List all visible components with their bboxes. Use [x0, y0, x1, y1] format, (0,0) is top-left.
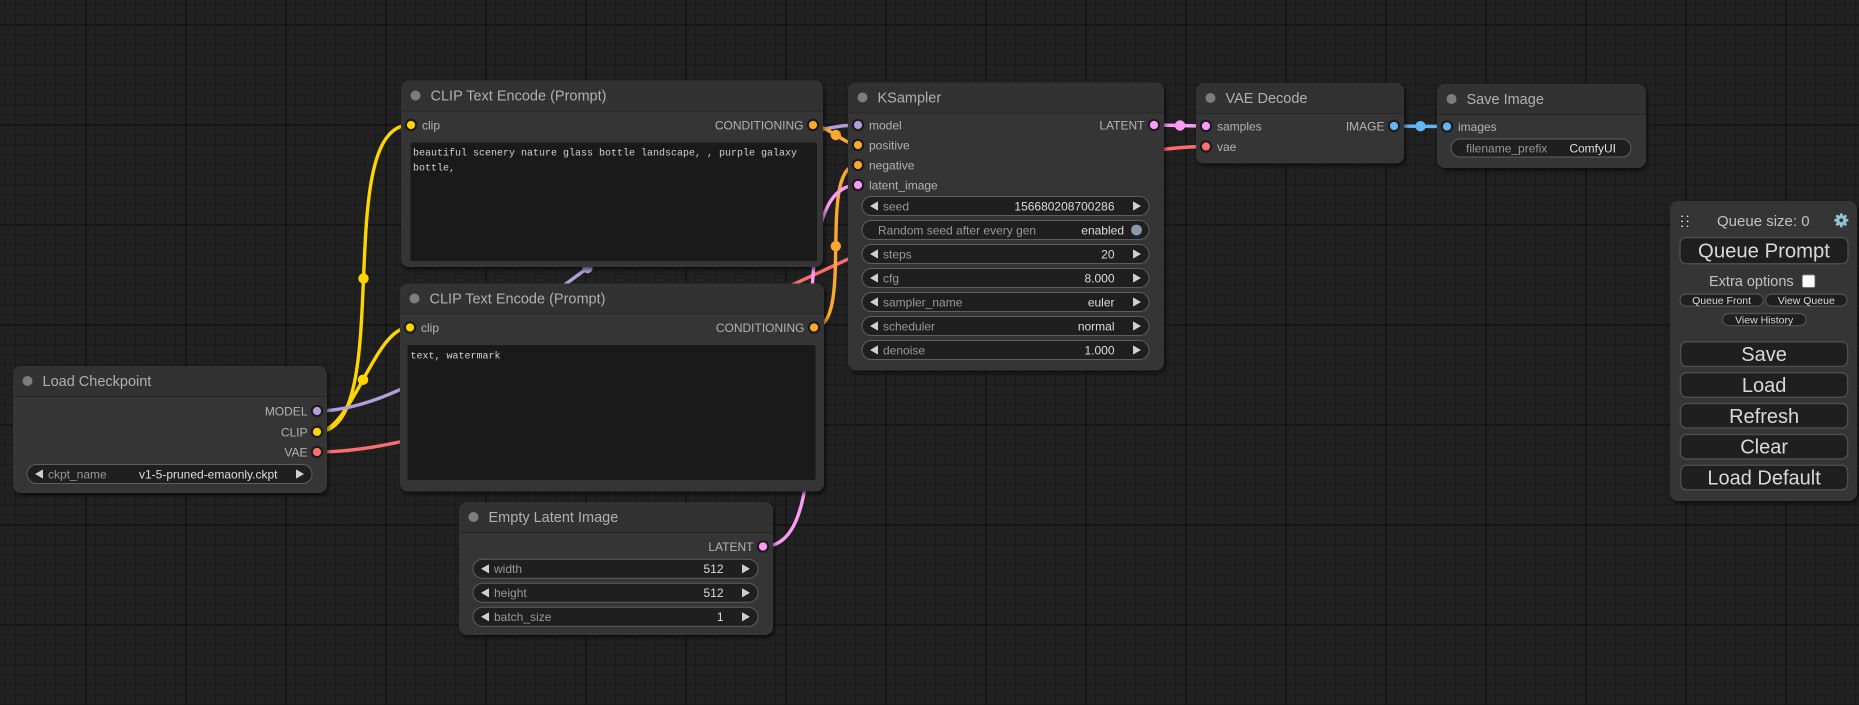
svg-text:normal: normal — [1078, 319, 1115, 333]
svg-text:model: model — [869, 119, 902, 133]
svg-text:CONDITIONING: CONDITIONING — [715, 119, 804, 133]
svg-text:20: 20 — [1101, 247, 1115, 261]
svg-text:clip: clip — [422, 119, 440, 133]
svg-text:v1-5-pruned-emaonly.ckpt: v1-5-pruned-emaonly.ckpt — [139, 467, 278, 481]
svg-text:positive: positive — [869, 139, 910, 153]
svg-text:sampler_name: sampler_name — [883, 295, 963, 309]
svg-text:height: height — [494, 586, 527, 600]
svg-text:bottle,: bottle, — [413, 163, 455, 175]
svg-text:Random seed after every gen: Random seed after every gen — [878, 223, 1036, 237]
svg-text:Clear: Clear — [1740, 437, 1788, 459]
svg-text:samples: samples — [1217, 120, 1262, 134]
svg-text:MODEL: MODEL — [265, 405, 308, 419]
svg-text:Queue Front: Queue Front — [1692, 295, 1751, 307]
svg-text:enabled: enabled — [1081, 223, 1124, 237]
svg-text:seed: seed — [883, 199, 909, 213]
svg-text:ComfyUI: ComfyUI — [1569, 141, 1616, 155]
svg-text:VAE: VAE — [284, 446, 307, 460]
svg-text:512: 512 — [703, 562, 723, 576]
svg-text:CONDITIONING: CONDITIONING — [716, 321, 805, 335]
svg-text:8.000: 8.000 — [1084, 271, 1114, 285]
svg-text:CLIP Text Encode (Prompt): CLIP Text Encode (Prompt) — [431, 89, 607, 105]
svg-text:Queue size: 0: Queue size: 0 — [1717, 213, 1810, 230]
svg-text:View History: View History — [1735, 314, 1794, 326]
svg-text:CLIP Text Encode (Prompt): CLIP Text Encode (Prompt) — [430, 292, 606, 308]
svg-text:512: 512 — [703, 586, 723, 600]
svg-text:vae: vae — [1217, 140, 1237, 154]
svg-text:LATENT: LATENT — [708, 540, 754, 554]
svg-text:VAE Decode: VAE Decode — [1226, 91, 1308, 107]
svg-text:Refresh: Refresh — [1729, 406, 1799, 428]
svg-text:1.000: 1.000 — [1084, 343, 1114, 357]
svg-text:beautiful scenery nature glass: beautiful scenery nature glass bottle la… — [413, 148, 797, 160]
svg-text:156680208700286: 156680208700286 — [1014, 199, 1114, 213]
svg-text:denoise: denoise — [883, 343, 925, 357]
svg-text:cfg: cfg — [883, 271, 899, 285]
svg-text:ckpt_name: ckpt_name — [48, 467, 107, 481]
svg-text:Queue Prompt: Queue Prompt — [1698, 241, 1830, 263]
svg-text:Load Default: Load Default — [1707, 468, 1821, 490]
svg-text:images: images — [1458, 120, 1497, 134]
svg-text:latent_image: latent_image — [869, 179, 938, 193]
svg-text:CLIP: CLIP — [281, 425, 308, 439]
svg-text:text, watermark: text, watermark — [411, 351, 501, 363]
svg-text:Extra options: Extra options — [1709, 274, 1794, 290]
svg-text:filename_prefix: filename_prefix — [1466, 141, 1547, 155]
svg-text:Load Checkpoint: Load Checkpoint — [43, 374, 152, 390]
svg-text:Load: Load — [1742, 375, 1787, 397]
svg-text:width: width — [493, 562, 522, 576]
svg-text:Save: Save — [1741, 344, 1787, 366]
svg-text:KSampler: KSampler — [878, 91, 942, 107]
svg-text:clip: clip — [421, 321, 439, 335]
svg-text:Save Image: Save Image — [1467, 92, 1544, 108]
svg-text:Empty Latent Image: Empty Latent Image — [489, 510, 619, 526]
svg-text:scheduler: scheduler — [883, 319, 935, 333]
svg-text:steps: steps — [883, 247, 912, 261]
svg-text:View Queue: View Queue — [1778, 295, 1835, 307]
svg-text:1: 1 — [717, 610, 724, 624]
svg-text:LATENT: LATENT — [1099, 119, 1145, 133]
svg-text:negative: negative — [869, 159, 915, 173]
svg-text:IMAGE: IMAGE — [1346, 120, 1385, 134]
svg-text:euler: euler — [1088, 295, 1115, 309]
svg-text:batch_size: batch_size — [494, 610, 552, 624]
